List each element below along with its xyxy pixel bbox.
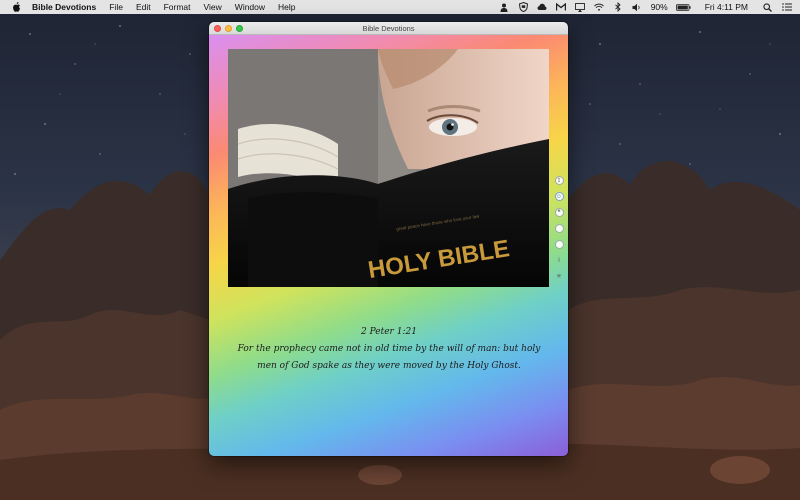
menu-format[interactable]: Format [164, 2, 191, 12]
photo-illustration: great peace have those who love your law… [228, 49, 549, 287]
user-icon[interactable] [499, 2, 510, 13]
side-toolbar: ⇪ ☺ ❝ ǀ ✳ [554, 176, 564, 288]
menu-file[interactable]: File [109, 2, 123, 12]
settings-icon[interactable]: ☺ [554, 192, 564, 201]
menu-window[interactable]: Window [235, 2, 265, 12]
share-icon[interactable]: ⇪ [554, 176, 564, 185]
bluetooth-icon[interactable] [613, 2, 624, 13]
wifi-icon[interactable] [594, 2, 605, 13]
menu-view[interactable]: View [204, 2, 222, 12]
zoom-button[interactable] [236, 25, 243, 32]
status-area: 90% Fri 4:11 PM [491, 0, 792, 14]
devotion-photo: great peace have those who love your law… [228, 49, 549, 287]
circle-icon[interactable] [554, 224, 564, 233]
close-button[interactable] [214, 25, 221, 32]
menu-help[interactable]: Help [278, 2, 295, 12]
minimize-button[interactable] [225, 25, 232, 32]
window-title: Bible Devotions [362, 23, 415, 33]
airplay-icon[interactable] [575, 2, 586, 13]
pin-icon[interactable]: ǀ [555, 256, 564, 265]
menu-bar: Bible Devotions File Edit Format View Wi… [0, 0, 800, 14]
gradient-background: great peace have those who love your law… [209, 35, 568, 456]
volume-icon[interactable] [632, 2, 643, 13]
shield-icon[interactable] [518, 2, 529, 13]
list-icon[interactable] [781, 2, 792, 13]
clock[interactable]: Fri 4:11 PM [705, 2, 748, 12]
speech-icon[interactable]: ❝ [554, 208, 564, 217]
apple-menu-icon[interactable] [10, 2, 22, 12]
circle-icon[interactable] [554, 240, 564, 249]
battery-percent: 90% [650, 2, 668, 12]
sparkle-icon[interactable]: ✳ [555, 272, 564, 281]
verse-block: 2 Peter 1:21 For the prophecy came not i… [229, 324, 549, 375]
battery-icon[interactable] [675, 2, 691, 13]
app-window: Bible Devotions great peace have those w… [209, 22, 568, 456]
mail-icon[interactable] [556, 2, 567, 13]
menu-edit[interactable]: Edit [136, 2, 151, 12]
menu-app-name[interactable]: Bible Devotions [32, 2, 96, 12]
search-icon[interactable] [762, 2, 773, 13]
cloud-icon[interactable] [537, 2, 548, 13]
verse-reference: 2 Peter 1:21 [361, 327, 417, 337]
window-titlebar[interactable]: Bible Devotions [209, 22, 568, 35]
verse-text: For the prophecy came not in old time by… [237, 344, 541, 371]
